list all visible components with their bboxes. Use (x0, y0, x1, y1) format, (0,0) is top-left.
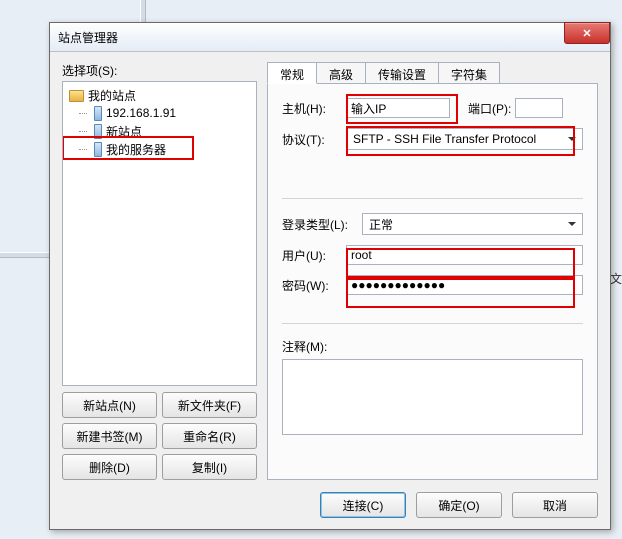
port-label: 端口(P): (468, 100, 511, 117)
tab-label: 高级 (329, 68, 353, 82)
tab-transfer[interactable]: 传输设置 (365, 62, 439, 84)
new-site-button[interactable]: 新站点(N) (62, 392, 157, 418)
ok-button[interactable]: 确定(O) (416, 492, 502, 518)
tree-item-label: 新站点 (106, 123, 142, 140)
tree-item-0[interactable]: 192.168.1.91 (65, 104, 254, 122)
btn-label: 确定(O) (438, 497, 479, 514)
password-input[interactable] (346, 275, 583, 295)
btn-label: 连接(C) (343, 497, 384, 514)
protocol-select[interactable]: SFTP - SSH File Transfer Protocol (346, 128, 583, 150)
tree-item-1[interactable]: 新站点 (65, 122, 254, 140)
tab-label: 传输设置 (378, 68, 426, 82)
delete-button[interactable]: 删除(D) (62, 454, 157, 480)
right-column: 常规 高级 传输设置 字符集 主机(H): 端口(P): 协议(T): (267, 62, 598, 480)
select-item-label: 选择项(S): (62, 62, 257, 79)
row-host: 主机(H): 端口(P): (282, 98, 583, 118)
tab-charset[interactable]: 字符集 (438, 62, 500, 84)
tab-general[interactable]: 常规 (267, 62, 317, 84)
site-tree[interactable]: 我的站点 192.168.1.91 新站点 我的服务器 (62, 81, 257, 386)
left-column: 选择项(S): 我的站点 192.168.1.91 新站点 (62, 62, 257, 480)
new-folder-button[interactable]: 新文件夹(F) (162, 392, 257, 418)
server-icon (94, 142, 102, 157)
tree-item-2[interactable]: 我的服务器 (65, 140, 254, 158)
btn-label: 重命名(R) (183, 428, 236, 445)
rename-button[interactable]: 重命名(R) (162, 423, 257, 449)
server-icon (94, 106, 102, 121)
comment-textarea[interactable] (282, 359, 583, 435)
btn-label: 删除(D) (89, 459, 130, 476)
btn-label: 取消 (543, 497, 567, 514)
protocol-label: 协议(T): (282, 131, 346, 148)
select-value: SFTP - SSH File Transfer Protocol (353, 132, 536, 146)
divider-2 (282, 323, 583, 324)
close-button[interactable]: ✕ (564, 22, 610, 44)
select-value: 正常 (369, 216, 393, 233)
comment-label: 注释(M): (282, 338, 583, 355)
btn-label: 新建书签(M) (77, 428, 143, 445)
tab-label: 常规 (280, 68, 304, 82)
port-input[interactable] (515, 98, 563, 118)
host-input[interactable] (346, 98, 450, 118)
background-divider-vertical (140, 0, 146, 24)
user-input[interactable] (346, 245, 583, 265)
row-protocol: 协议(T): SFTP - SSH File Transfer Protocol (282, 128, 583, 150)
cancel-button[interactable]: 取消 (512, 492, 598, 518)
host-label: 主机(H): (282, 100, 346, 117)
dialog-title: 站点管理器 (50, 29, 118, 46)
folder-icon (69, 90, 84, 102)
btn-label: 复制(I) (192, 459, 227, 476)
row-logon-type: 登录类型(L): 正常 (282, 213, 583, 235)
dialog-body: 选择项(S): 我的站点 192.168.1.91 新站点 (50, 52, 610, 530)
tree-item-label: 我的服务器 (106, 141, 166, 158)
new-bookmark-button[interactable]: 新建书签(M) (62, 423, 157, 449)
tree-root-label: 我的站点 (88, 87, 136, 104)
row-user: 用户(U): (282, 245, 583, 265)
top-row: 选择项(S): 我的站点 192.168.1.91 新站点 (62, 62, 598, 480)
titlebar[interactable]: 站点管理器 ✕ (50, 23, 610, 52)
tabs: 常规 高级 传输设置 字符集 (267, 62, 598, 84)
tree-root[interactable]: 我的站点 (65, 86, 254, 104)
user-label: 用户(U): (282, 247, 346, 264)
close-icon: ✕ (582, 27, 591, 40)
site-action-buttons: 新站点(N) 新文件夹(F) 新建书签(M) 重命名(R) 删除(D) 复制(I… (62, 392, 257, 480)
logon-type-label: 登录类型(L): (282, 216, 362, 233)
background-divider-horizontal (0, 252, 50, 258)
btn-label: 新文件夹(F) (178, 397, 241, 414)
tab-label: 字符集 (451, 68, 487, 82)
site-manager-dialog: 站点管理器 ✕ 选择项(S): 我的站点 192.168.1.91 (49, 22, 611, 530)
divider-1 (282, 198, 583, 199)
tree-item-label: 192.168.1.91 (106, 106, 176, 120)
btn-label: 新站点(N) (83, 397, 136, 414)
password-label: 密码(W): (282, 277, 346, 294)
connect-button[interactable]: 连接(C) (320, 492, 406, 518)
tab-content-general: 主机(H): 端口(P): 协议(T): SFTP - SSH File Tra… (267, 83, 598, 480)
row-password: 密码(W): (282, 275, 583, 295)
footer-buttons: 连接(C) 确定(O) 取消 (62, 492, 598, 518)
copy-button[interactable]: 复制(I) (162, 454, 257, 480)
logon-type-select[interactable]: 正常 (362, 213, 583, 235)
tab-advanced[interactable]: 高级 (316, 62, 366, 84)
background-text: 文 (610, 270, 622, 287)
server-icon (94, 124, 102, 139)
